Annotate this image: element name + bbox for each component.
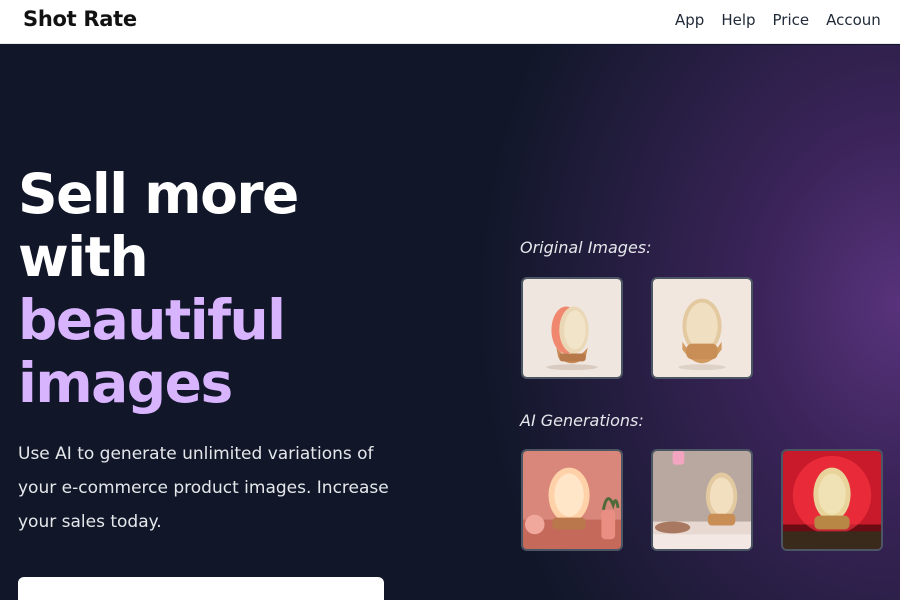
nav-link-price[interactable]: Price [773,11,810,29]
brand-logo[interactable]: Shot Rate [23,7,137,31]
lamp-side-view-image [523,279,621,377]
top-navigation-bar: Shot Rate App Help Price Accoun [0,0,900,44]
nav-link-app[interactable]: App [675,11,704,29]
ai-generation-image-3[interactable] [781,449,883,551]
lamp-front-view-image [653,279,751,377]
hero-headline: Sell more with beautiful images [18,163,438,415]
lamp-red-scene-image [783,451,881,549]
ai-generation-image-1[interactable] [521,449,623,551]
original-image-2[interactable] [651,277,753,379]
ai-generation-image-2[interactable] [651,449,753,551]
nav-link-help[interactable]: Help [721,11,755,29]
lamp-pink-scene-image [523,451,621,549]
nav-links: App Help Price Accoun [675,11,898,29]
original-images-label: Original Images: [520,238,652,257]
headline-line-2: with [18,225,149,289]
ai-generations-label: AI Generations: [520,411,644,430]
cta-button[interactable] [18,577,384,600]
headline-accent-line-2: images [18,351,233,415]
hero-section: Sell more with beautiful images Use AI t… [0,45,900,600]
headline-accent-line-1: beautiful [18,288,286,352]
original-image-1[interactable] [521,277,623,379]
hero-subtext: Use AI to generate unlimited variations … [18,444,389,532]
headline-line-1: Sell more [18,162,299,226]
lamp-bedroom-scene-image [653,451,751,549]
nav-link-account[interactable]: Accoun [826,11,881,29]
